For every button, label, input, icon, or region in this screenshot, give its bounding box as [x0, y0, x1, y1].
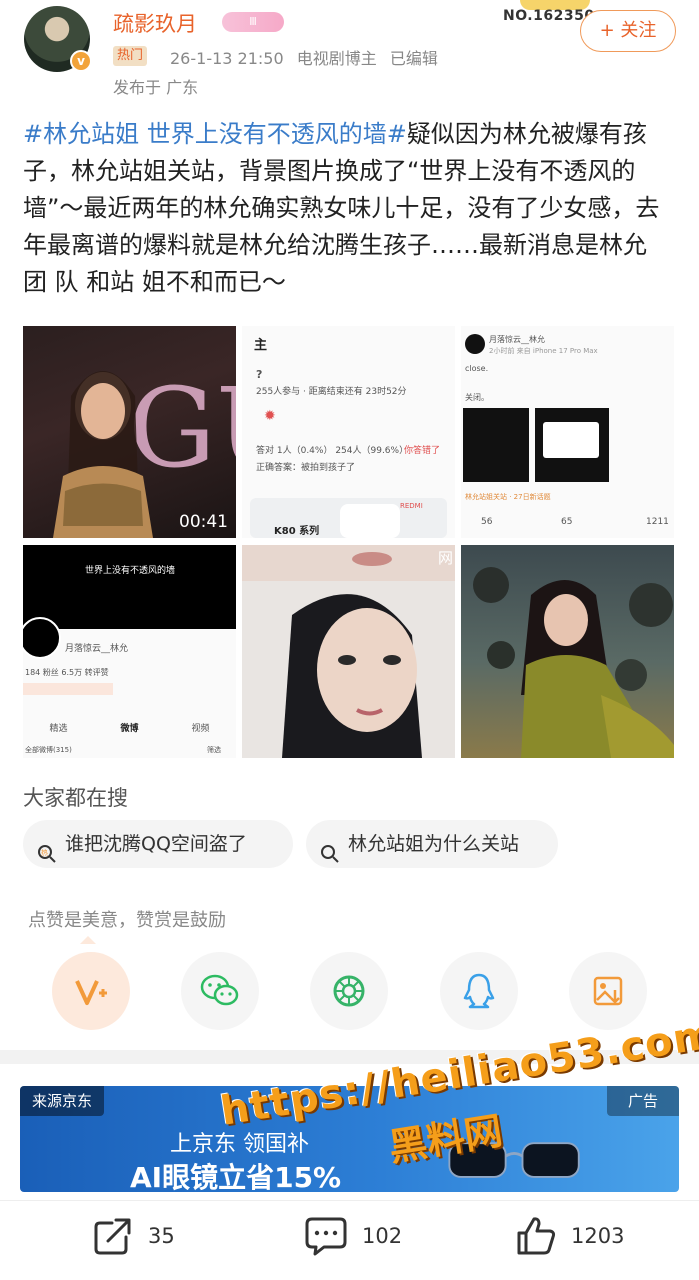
t4-tab-3: 视频: [191, 724, 210, 734]
image-thumbnail-3[interactable]: 月落惊云__林允 2小时前 来自 iPhone 17 Pro Max close…: [461, 326, 674, 538]
t3-tag: 林允站姐关站 · 27日新话题: [465, 493, 551, 501]
like-count: 1203: [571, 1224, 625, 1248]
chip-label: 谁把沈腾QQ空间盗了: [65, 833, 247, 855]
wechat-icon: [200, 974, 239, 1006]
t3-close: close.: [465, 364, 489, 373]
repost-count: 35: [148, 1224, 175, 1248]
post-location: 发布于 广东: [113, 78, 199, 97]
seaside-photo-illustration: [473, 567, 674, 758]
video-frame-illustration: GU: [53, 364, 236, 538]
comment-count: 102: [362, 1224, 403, 1248]
t3-likes: 1211: [646, 517, 669, 527]
edited-label: 已编辑: [389, 49, 438, 68]
moments-share-button[interactable]: [310, 952, 388, 1030]
like-button[interactable]: 1203: [515, 1212, 624, 1260]
username[interactable]: 疏影玖月: [113, 8, 197, 38]
t4-chip: [23, 683, 113, 695]
ad-offer: AI眼镜立省15%: [130, 1161, 342, 1194]
t2-series: K80 系列: [274, 526, 320, 537]
author-role: 电视剧博主: [296, 49, 377, 68]
video-title: GU: [128, 364, 236, 492]
t4-tabs: 精选 微博 视频: [23, 721, 236, 734]
hot-tag: 热门: [113, 46, 148, 66]
reward-hint: 点赞是美意，赞赏是鼓励: [28, 910, 226, 931]
video-duration: 00:41: [179, 512, 228, 532]
qq-share-button[interactable]: [440, 952, 518, 1030]
follow-button[interactable]: + 关注: [580, 10, 676, 52]
t2-line5: 正确答案：被拍到孩子了: [256, 463, 356, 473]
share-icon: [94, 1218, 131, 1255]
trending-search-chip[interactable]: 林允站姐为什么关站: [306, 820, 558, 868]
hashtag-link[interactable]: #林允站姐 世界上没有不透风的墙#: [23, 120, 407, 148]
t2-line3: 255人参与 · 距离结束还有 23时52分: [256, 387, 407, 397]
reward-v-icon: [75, 980, 107, 1005]
t3-avatar: [465, 334, 485, 354]
t3-name: 月落惊云__林允: [489, 335, 545, 344]
wechat-share-button[interactable]: [181, 952, 259, 1030]
t4-filter: 筛选: [207, 746, 221, 754]
t2-brand: REDMI: [400, 502, 423, 510]
vip-badge: Ⅲ: [222, 12, 284, 32]
hot-search-icon: 热: [37, 834, 57, 863]
ad-source-label: 来源京东: [20, 1086, 104, 1116]
thumbs-up-icon: [517, 1217, 556, 1255]
t3-comments: 65: [561, 517, 573, 527]
post-meta: 26-1-13 21:50 电视剧博主 已编辑: [170, 45, 446, 69]
t3-screenshot-1: [463, 408, 529, 482]
t4-avatar: [23, 617, 61, 659]
chip-label: 林允站姐为什么关站: [348, 833, 520, 855]
t2-line1: 主: [254, 338, 268, 353]
t4-tab-2: 微博: [120, 724, 139, 734]
t2-line2: ?: [256, 368, 263, 381]
t4-banner-text: 世界上没有不透风的墙: [85, 566, 176, 576]
t4-footer: 全部微博(315): [25, 746, 72, 754]
t5-corner: 网: [438, 549, 454, 567]
t2-line4: 答对 1人（0.4%） 254人（99.6%）: [256, 446, 409, 456]
post-time: 26-1-13 21:50: [170, 49, 284, 68]
t4-name: 月落惊云__林允: [65, 644, 129, 654]
post-content: #林允站姐 世界上没有不透风的墙#疑似因为林允被爆有孩子，林允站姐关站，背景图片…: [23, 116, 678, 301]
t4-stats: 184 粉丝 6.5万 转评赞: [25, 668, 109, 677]
t3-sub: 2小时前 来自 iPhone 17 Pro Max: [489, 347, 598, 355]
t3-shares: 56: [481, 517, 493, 527]
t3-screenshot-2: [535, 408, 609, 482]
t4-tab-1: 精选: [49, 724, 68, 734]
phone-illustration: [340, 504, 400, 538]
reward-button[interactable]: [52, 952, 130, 1030]
svg-text:热: 热: [41, 848, 48, 857]
repost-button[interactable]: 35: [92, 1212, 175, 1260]
portrait-illustration: [242, 545, 455, 758]
save-image-icon: [593, 976, 623, 1006]
reward-pointer: [80, 936, 96, 944]
video-thumbnail[interactable]: GU 00:41: [23, 326, 236, 538]
image-thumbnail-6[interactable]: [461, 545, 674, 758]
trending-search-title: 大家都在搜: [23, 786, 128, 810]
save-image-button[interactable]: [569, 952, 647, 1030]
t2-ad-banner: REDMI K80 系列: [250, 498, 447, 538]
comment-button[interactable]: 102: [304, 1212, 402, 1260]
moments-icon: [333, 975, 365, 1007]
t4-banner: 世界上没有不透风的墙: [23, 545, 236, 629]
t2-line4-red: 你答错了: [404, 446, 441, 456]
image-thumbnail-2[interactable]: 主 ? 255人参与 · 距离结束还有 23时52分 ✹ 答对 1人（0.4%）…: [242, 326, 455, 538]
qq-icon: [463, 973, 495, 1009]
t3-switch: 关闭。: [465, 393, 489, 402]
wrong-answer-icon: ✹: [264, 408, 276, 424]
ad-label[interactable]: 广告: [607, 1086, 679, 1116]
image-thumbnail-5[interactable]: 网: [242, 545, 455, 758]
image-thumbnail-4[interactable]: 世界上没有不透风的墙 月落惊云__林允 184 粉丝 6.5万 转评赞 精选 微…: [23, 545, 236, 758]
comment-icon: [305, 1217, 347, 1256]
search-icon: [320, 834, 340, 863]
verified-badge-icon: v: [70, 50, 92, 72]
trending-search-chip[interactable]: 热 谁把沈腾QQ空间盗了: [23, 820, 293, 868]
